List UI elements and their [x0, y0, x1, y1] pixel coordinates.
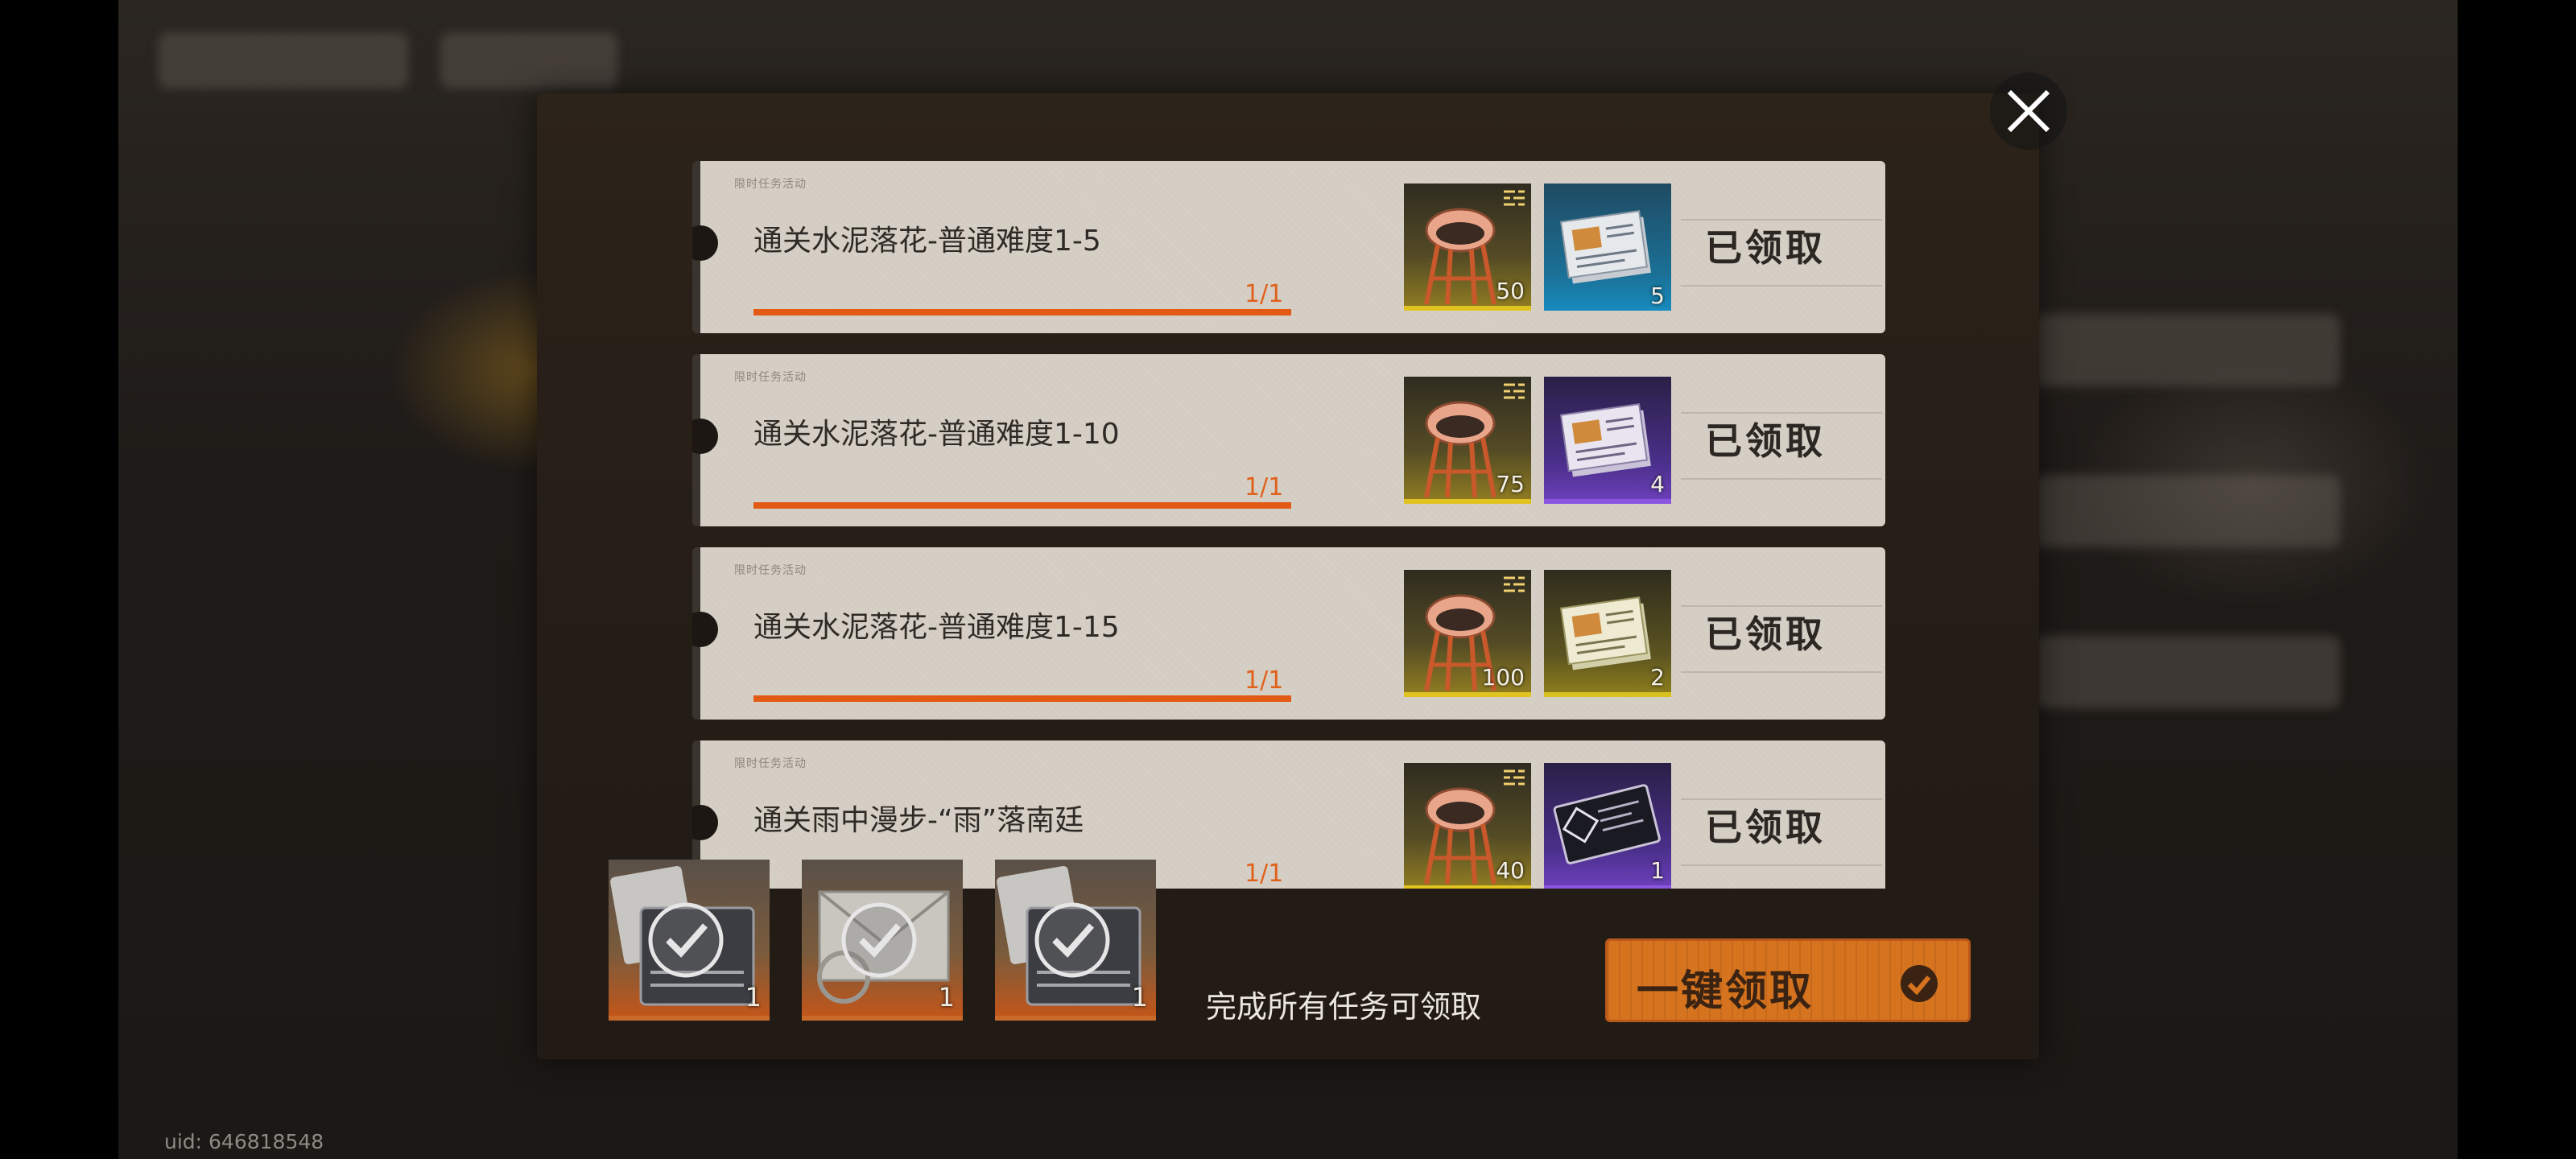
task-progress-text: 1/1	[1245, 473, 1284, 501]
reward-quantity: 5	[1650, 283, 1665, 309]
reward-item[interactable]: 100	[1404, 570, 1531, 697]
user-id: uid: 646818548	[164, 1130, 324, 1153]
task-title: 通关水泥落花-普通难度1-5	[753, 225, 1101, 258]
reward-quantity: 75	[1496, 471, 1525, 497]
reward-item[interactable]: 4	[1544, 377, 1671, 504]
reward-quantity: 40	[1496, 857, 1525, 884]
claimed-status: 已领取	[1705, 226, 1826, 270]
reward-quantity: 1	[938, 982, 955, 1013]
task-card: 限时任务活动 通关水泥落花-普通难度1-15 1/1 100 2 已领取	[692, 547, 1885, 720]
claim-all-button[interactable]: 一键领取	[1605, 938, 1971, 1022]
claimed-check-icon	[1034, 902, 1110, 978]
reward-quantity: 1	[1131, 982, 1148, 1013]
task-progress-bar	[753, 309, 1291, 316]
task-card: 限时任务活动 通关水泥落花-普通难度1-5 1/1 50 5 已领取	[692, 161, 1885, 333]
reward-item[interactable]: 75	[1404, 377, 1531, 504]
task-tag: 限时任务活动	[734, 757, 807, 770]
check-circle-icon	[1901, 965, 1938, 1002]
reward-quantity: 4	[1650, 471, 1665, 497]
filter-icon	[1504, 769, 1525, 786]
final-reward-item[interactable]: 1	[995, 860, 1156, 1021]
completion-hint: 完成所有任务可领取	[1206, 989, 1482, 1025]
final-reward-item[interactable]: 1	[802, 860, 963, 1021]
reward-quantity: 1	[1650, 857, 1665, 884]
task-title: 通关水泥落花-普通难度1-10	[753, 418, 1120, 451]
task-card: 限时任务活动 通关水泥落花-普通难度1-10 1/1 75 4 已领取	[692, 354, 1885, 526]
task-progress-text: 1/1	[1245, 280, 1284, 308]
reward-quantity: 50	[1496, 278, 1525, 304]
claim-all-label: 一键领取	[1637, 967, 1814, 1016]
screen: 限时任务活动 通关水泥落花-普通难度1-5 1/1 50 5 已领取 限时任务活…	[0, 0, 2576, 1159]
task-tag: 限时任务活动	[734, 564, 807, 577]
claimed-check-icon	[841, 902, 917, 978]
reward-quantity: 2	[1650, 664, 1665, 691]
claimed-status: 已领取	[1705, 419, 1826, 463]
reward-item[interactable]: 5	[1544, 184, 1671, 311]
reward-item[interactable]: 2	[1544, 570, 1671, 697]
filter-icon	[1504, 383, 1525, 399]
task-title: 通关雨中漫步-“雨”落南廷	[753, 804, 1084, 837]
claimed-status: 已领取	[1705, 806, 1826, 849]
reward-quantity: 100	[1481, 664, 1525, 691]
task-tag: 限时任务活动	[734, 178, 807, 191]
task-title: 通关水泥落花-普通难度1-15	[753, 611, 1120, 644]
task-progress-text: 1/1	[1245, 860, 1284, 888]
task-progress-bar	[753, 502, 1291, 509]
task-progress-bar	[753, 695, 1291, 702]
reward-item[interactable]: 40	[1404, 763, 1531, 889]
task-progress-text: 1/1	[1245, 666, 1284, 695]
filter-icon	[1504, 576, 1525, 592]
reward-quantity: 1	[745, 982, 762, 1013]
task-tag: 限时任务活动	[734, 371, 807, 384]
task-list[interactable]: 限时任务活动 通关水泥落花-普通难度1-5 1/1 50 5 已领取 限时任务活…	[692, 158, 1889, 889]
claimed-check-icon	[648, 902, 724, 978]
reward-item[interactable]: 1	[1544, 763, 1671, 889]
reward-item[interactable]: 50	[1404, 184, 1531, 311]
claimed-status: 已领取	[1705, 612, 1826, 656]
final-reward-item[interactable]: 1	[609, 860, 770, 1021]
filter-icon	[1504, 190, 1525, 206]
close-icon[interactable]	[1988, 71, 2069, 151]
